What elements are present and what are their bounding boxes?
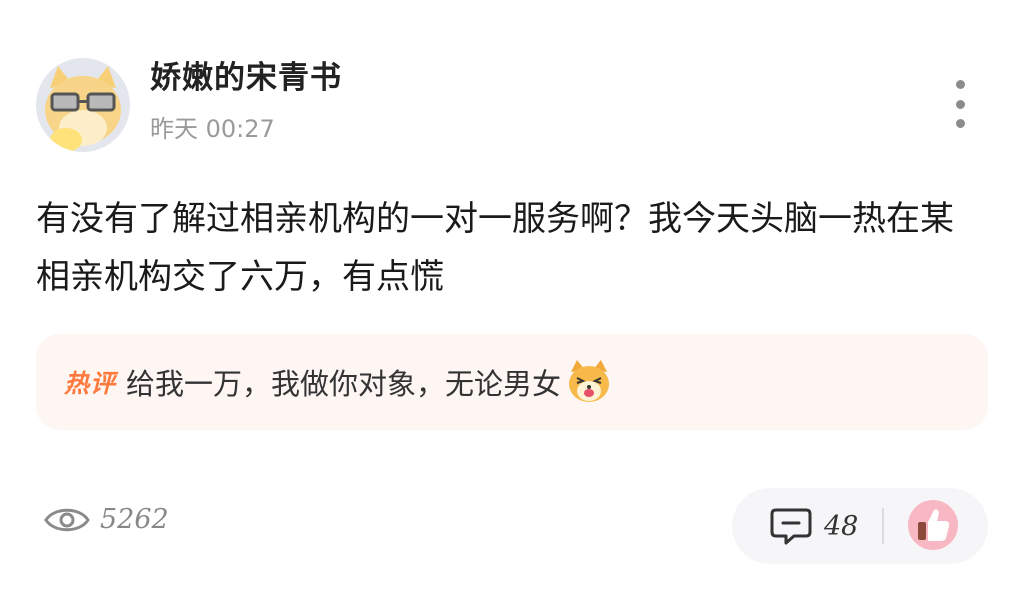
like-button[interactable] bbox=[908, 500, 958, 550]
more-dot bbox=[955, 119, 965, 128]
post-content: 有没有了解过相亲机构的一对一服务啊？我今天头脑一热在某相亲机构交了六万，有点慌 bbox=[36, 199, 954, 297]
view-count-value: 5262 bbox=[100, 504, 169, 535]
more-dot bbox=[955, 99, 965, 109]
eye-icon bbox=[44, 508, 90, 531]
comment-button[interactable]: 48 bbox=[770, 504, 858, 548]
action-bar: 48 bbox=[732, 488, 988, 564]
hot-comment[interactable]: 热评 给我一万，我做你对象，无论男女 bbox=[36, 334, 988, 430]
action-divider bbox=[882, 508, 884, 544]
username[interactable]: 娇嫩的宋青书 bbox=[150, 58, 342, 98]
dog-laugh-emoji-icon bbox=[569, 360, 610, 402]
more-options-icon[interactable] bbox=[944, 80, 976, 128]
comment-count: 48 bbox=[824, 510, 859, 542]
more-dot bbox=[955, 80, 965, 89]
avatar-image bbox=[36, 58, 130, 152]
thumbs-up-icon bbox=[918, 509, 950, 541]
comment-bubble-icon bbox=[770, 508, 812, 545]
hot-comment-badge: 热评 bbox=[64, 369, 117, 398]
view-count: 5262 bbox=[44, 504, 169, 535]
hot-comment-text: 给我一万，我做你对象，无论男女 bbox=[126, 367, 562, 401]
avatar[interactable] bbox=[36, 58, 130, 152]
post-timestamp: 昨天 00:27 bbox=[150, 115, 275, 143]
